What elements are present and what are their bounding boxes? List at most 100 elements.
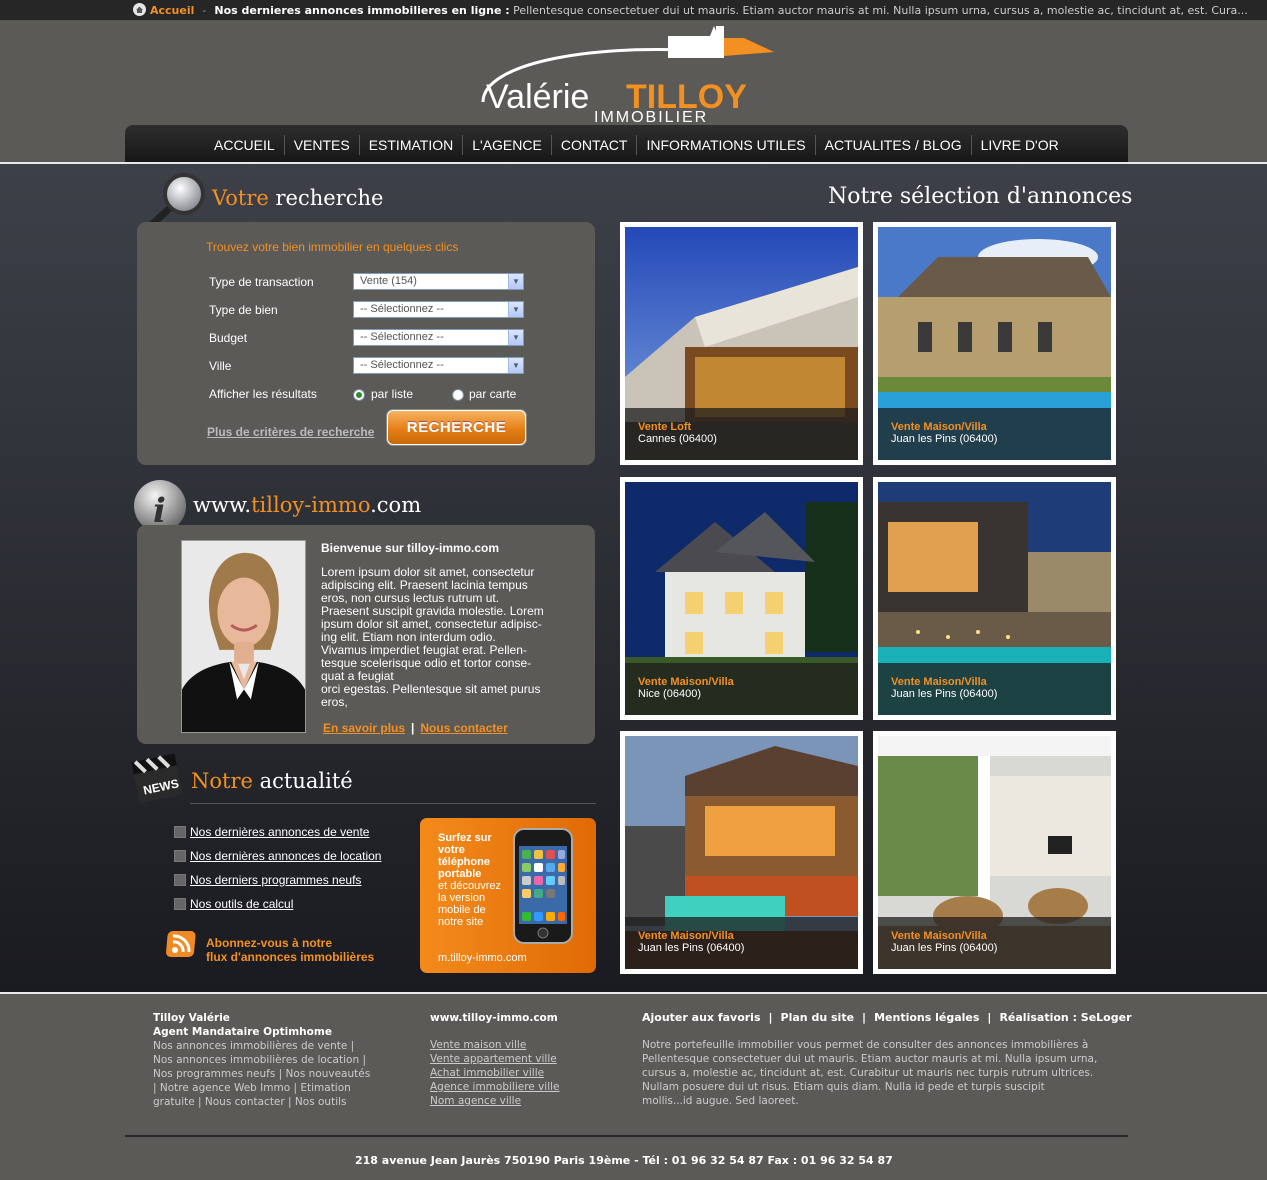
nav-item-accueil[interactable]: ACCUEIL	[205, 135, 284, 155]
search-heading: Trouvez votre bien immobilier en quelque…	[206, 240, 459, 254]
welcome-links: En savoir plus | Nous contacter	[323, 721, 508, 735]
footer-agent-role: Agent Mandataire Optimhome	[153, 1026, 332, 1038]
footer-agent-info: Tilloy Valérie Agent Mandataire Optimhom…	[153, 1011, 393, 1109]
add-favorites-link[interactable]: Ajouter aux favoris	[642, 1011, 761, 1024]
listing-card[interactable]: Vente Maison/Villa Juan les Pins (06400)	[873, 222, 1116, 465]
news-item-sales[interactable]: Nos dernières annonces de vente	[174, 825, 369, 839]
chevron-down-icon: ▼	[508, 330, 523, 345]
footer-link[interactable]: Nom agence ville	[430, 1094, 560, 1108]
search-section-title: Votre recherche	[212, 186, 384, 210]
listing-card[interactable]: Vente Maison/Villa Juan les Pins (06400)	[873, 731, 1116, 974]
listings-title: Notre sélection d'annonces	[828, 184, 1133, 209]
learn-more-link[interactable]: En savoir plus	[323, 721, 405, 735]
listing-type: Vente Maison/Villa	[638, 930, 734, 942]
smartphone-icon	[513, 828, 573, 944]
footer-links-line[interactable]: Nos annonces immobilières de vente |	[153, 1039, 393, 1053]
rss-subscribe-link[interactable]: Abonnez-vous à notre flux d'annonces immo…	[206, 936, 374, 964]
news-divider	[190, 803, 596, 804]
top-ticker-bar: Accueil - Nos dernieres annonces immobilie…	[0, 0, 1267, 21]
site-logo[interactable]: Valérie TILLOY IMMOBILIER	[478, 22, 778, 127]
radio-map-label: par carte	[469, 387, 517, 401]
listing-card[interactable]: Vente Maison/Villa Juan les Pins (06400)	[620, 731, 863, 974]
footer-description: Notre portefeuille immobilier vous perme…	[642, 1039, 1098, 1107]
footer-link[interactable]: Vente maison ville	[430, 1038, 560, 1052]
footer-links-line[interactable]: Nos programmes neufs | Nos nouveautés	[153, 1067, 393, 1081]
footer-address: 218 avenue Jean Jaurès 750190 Paris 19èm…	[355, 1154, 893, 1167]
listing-card[interactable]: Vente Maison/Villa Juan les Pins (06400)	[873, 477, 1116, 720]
nav-item-livre-or[interactable]: LIVRE D'OR	[970, 134, 1068, 155]
radio-map-view[interactable]	[452, 389, 464, 401]
transaction-type-select[interactable]: Vente (154) ▼	[353, 273, 524, 290]
search-button[interactable]: RECHERCHE	[387, 410, 526, 445]
listing-type: Vente Maison/Villa	[638, 676, 734, 688]
city-select[interactable]: -- Sélectionnez -- ▼	[353, 357, 524, 374]
rss-icon[interactable]	[166, 930, 198, 958]
contact-us-link[interactable]: Nous contacter	[420, 721, 507, 735]
property-type-select[interactable]: -- Sélectionnez -- ▼	[353, 301, 524, 318]
news-item-rentals[interactable]: Nos dernières annonces de location	[174, 849, 381, 863]
listing-location: Cannes (06400)	[638, 433, 717, 445]
footer-site-name: www.tilloy-immo.com	[430, 1012, 558, 1024]
mobile-promo-title: Surfez sur votre téléphone portable	[438, 832, 492, 880]
footer-links-line[interactable]: Nos annonces immobilières de location |	[153, 1053, 393, 1067]
news-item-tools[interactable]: Nos outils de calcul	[174, 897, 293, 911]
listing-location: Juan les Pins (06400)	[891, 942, 998, 954]
chevron-down-icon: ▼	[508, 274, 523, 289]
clapperboard-icon: NEWS	[131, 753, 184, 804]
footer-link[interactable]: Vente appartement ville	[430, 1052, 560, 1066]
listing-card[interactable]: Vente Loft Cannes (06400)	[620, 222, 863, 465]
listing-location: Nice (06400)	[638, 688, 701, 700]
nav-item-ventes[interactable]: VENTES	[283, 134, 359, 155]
agent-photo	[181, 540, 306, 733]
footer-link[interactable]: Agence immobiliere ville	[430, 1080, 560, 1094]
ticker-text: Pellentesque consectetuer dui ut mauris.…	[513, 4, 1248, 17]
listing-location: Juan les Pins (06400)	[638, 942, 745, 954]
budget-label: Budget	[209, 331, 248, 345]
radio-list-label: par liste	[371, 387, 414, 401]
footer-agent-name: Tilloy Valérie	[153, 1012, 230, 1024]
home-icon[interactable]	[133, 3, 146, 16]
transaction-type-label: Type de transaction	[209, 275, 314, 289]
city-label: Ville	[209, 359, 232, 373]
nav-item-blog[interactable]: ACTUALITES / BLOG	[814, 134, 971, 155]
listing-type: Vente Loft	[638, 421, 692, 433]
mobile-site-link[interactable]: m.tilloy-immo.com	[438, 952, 527, 964]
nav-item-estimation[interactable]: ESTIMATION	[358, 134, 463, 155]
ticker-title: Nos dernieres annonces immobilieres en l…	[214, 4, 510, 17]
mobile-promo-text: et découvrez la version mobile de notre sit…	[438, 880, 501, 928]
news-item-programs[interactable]: Nos derniers programmes neufs	[174, 873, 361, 887]
chevron-down-icon: ▼	[508, 302, 523, 317]
main-navigation: ACCUEIL VENTES ESTIMATION L'AGENCE CONTA…	[125, 125, 1128, 164]
listing-card[interactable]: Vente Maison/Villa Nice (06400)	[620, 477, 863, 720]
nav-item-agence[interactable]: L'AGENCE	[462, 134, 551, 155]
footer-divider	[125, 1135, 1128, 1137]
legal-link[interactable]: Mentions légales	[874, 1011, 979, 1024]
credits-link[interactable]: Réalisation : SeLoger	[999, 1011, 1131, 1024]
footer-top-links: Ajouter aux favoris | Plan du site | Mention…	[642, 1011, 1132, 1024]
property-type-label: Type de bien	[209, 303, 278, 317]
website-title: www.tilloy-immo.com	[193, 493, 422, 517]
footer-links-line[interactable]: gratuite | Nous contacter | Nos outils	[153, 1095, 393, 1109]
footer-seo-links: www.tilloy-immo.com Vente maison ville V…	[430, 1011, 560, 1108]
listing-type: Vente Maison/Villa	[891, 676, 987, 688]
footer-link[interactable]: Achat immobilier ville	[430, 1066, 560, 1080]
welcome-text: Lorem ipsum dolor sit amet, consectetur a…	[321, 565, 544, 709]
radio-list-view[interactable]	[353, 389, 365, 401]
ticker-separator: -	[202, 4, 207, 17]
news-section-title: Notre actualité	[191, 769, 353, 793]
welcome-title: Bienvenue sur tilloy-immo.com	[321, 541, 500, 555]
nav-item-informations[interactable]: INFORMATIONS UTILES	[636, 134, 814, 155]
advanced-search-link[interactable]: Plus de critères de recherche	[207, 425, 374, 439]
listing-location: Juan les Pins (06400)	[891, 433, 998, 445]
budget-select[interactable]: -- Sélectionnez -- ▼	[353, 329, 524, 346]
nav-item-contact[interactable]: CONTACT	[550, 134, 637, 155]
footer-links-line[interactable]: | Notre agence Web Immo | Etimation	[153, 1081, 393, 1095]
listing-type: Vente Maison/Villa	[891, 930, 987, 942]
logo-subtitle: IMMOBILIER	[594, 109, 708, 126]
sitemap-link[interactable]: Plan du site	[781, 1011, 855, 1024]
listing-type: Vente Maison/Villa	[891, 421, 987, 433]
logo-first-name: Valérie	[486, 78, 589, 116]
chevron-down-icon: ▼	[508, 358, 523, 373]
ticker-home-link[interactable]: Accueil	[150, 4, 194, 17]
results-display-label: Afficher les résultats	[209, 387, 317, 401]
